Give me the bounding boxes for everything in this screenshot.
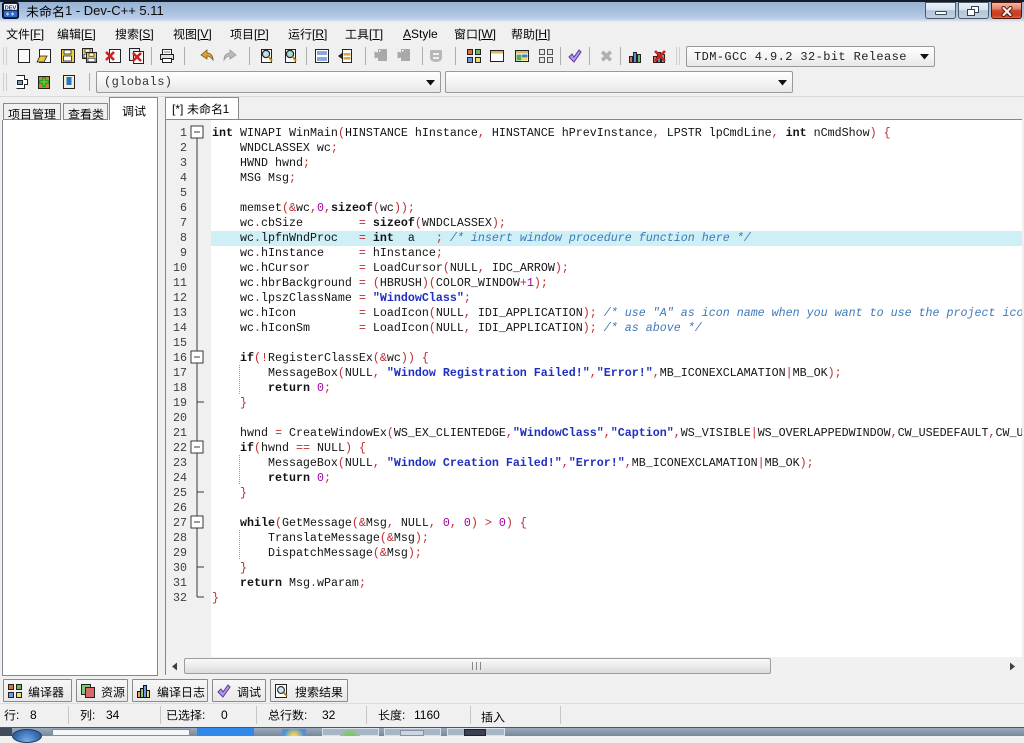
svg-text:DEV: DEV <box>5 5 17 11</box>
